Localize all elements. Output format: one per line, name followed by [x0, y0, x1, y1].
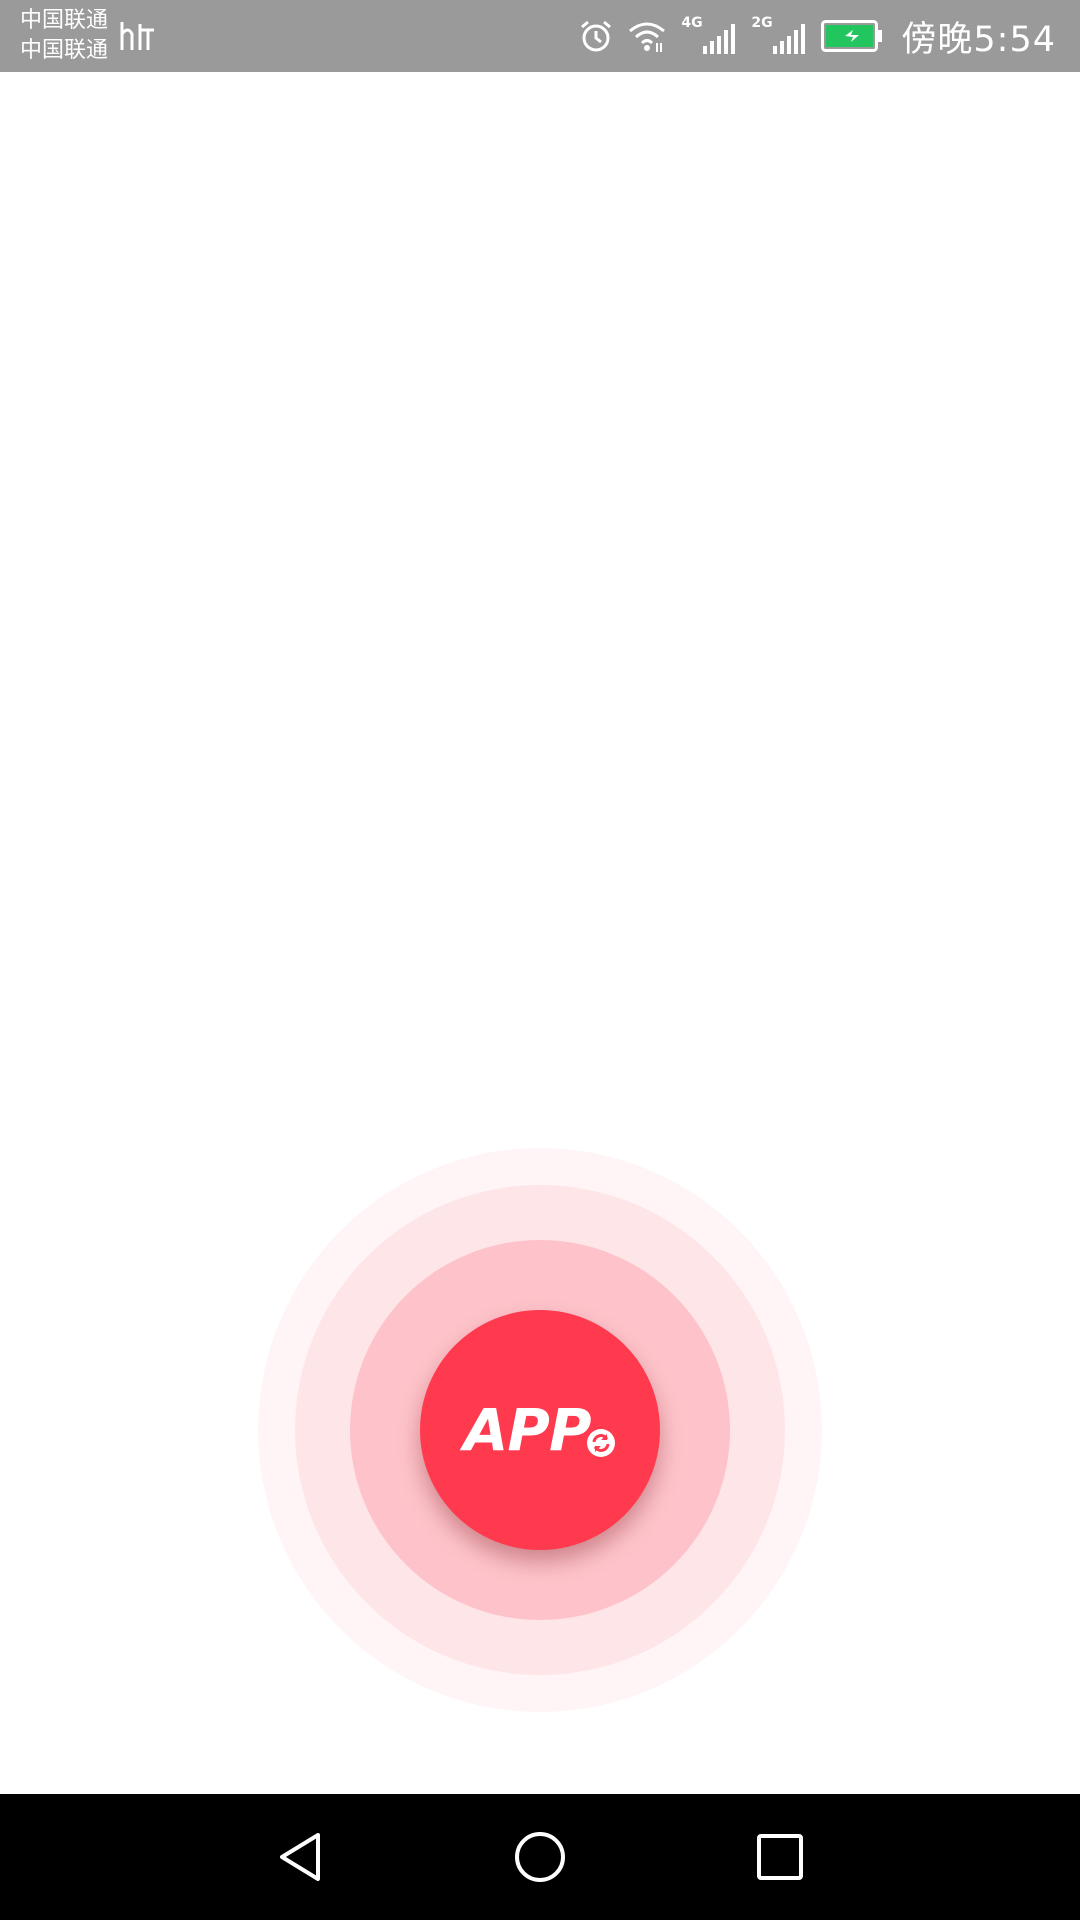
hd-voice-icon: [118, 16, 158, 56]
carrier-1-label: 中国联通: [20, 8, 109, 33]
cell-signal-icon: [703, 24, 736, 54]
carrier-2-label: 中国联通: [20, 38, 109, 63]
app-logo-text: APP: [463, 1396, 592, 1464]
signal-4g-indicator: 4G: [681, 16, 737, 56]
carrier-info: 中国联通 中国联通: [20, 6, 108, 66]
status-time: 傍晚5:54: [901, 19, 1056, 60]
wifi-icon: [627, 19, 667, 53]
app-screen: 中国联通 中国联通 4G 2G 傍晚5:54 APP: [0, 0, 1080, 1920]
home-button[interactable]: [510, 1827, 570, 1887]
recent-apps-square-icon: [757, 1834, 803, 1880]
app-logo: APP: [464, 1401, 617, 1459]
status-bar: 中国联通 中国联通 4G 2G 傍晚5:54: [0, 0, 1080, 72]
back-button[interactable]: [270, 1827, 330, 1887]
signal-2g-indicator: 2G: [751, 16, 807, 56]
app-logo-button[interactable]: APP: [420, 1310, 660, 1550]
navigation-bar: [0, 1794, 1080, 1920]
signal-4g-label: 4G: [681, 15, 703, 31]
status-icons: 4G 2G 傍晚5:54: [579, 0, 1056, 72]
alarm-clock-icon: [579, 19, 613, 53]
cell-signal-icon: [773, 24, 806, 54]
recent-apps-button[interactable]: [750, 1827, 810, 1887]
home-circle-icon: [515, 1832, 565, 1882]
signal-2g-label: 2G: [751, 15, 773, 31]
back-triangle-icon: [280, 1833, 320, 1881]
battery-charging-icon: [821, 20, 883, 52]
sync-icon: [586, 1428, 616, 1458]
